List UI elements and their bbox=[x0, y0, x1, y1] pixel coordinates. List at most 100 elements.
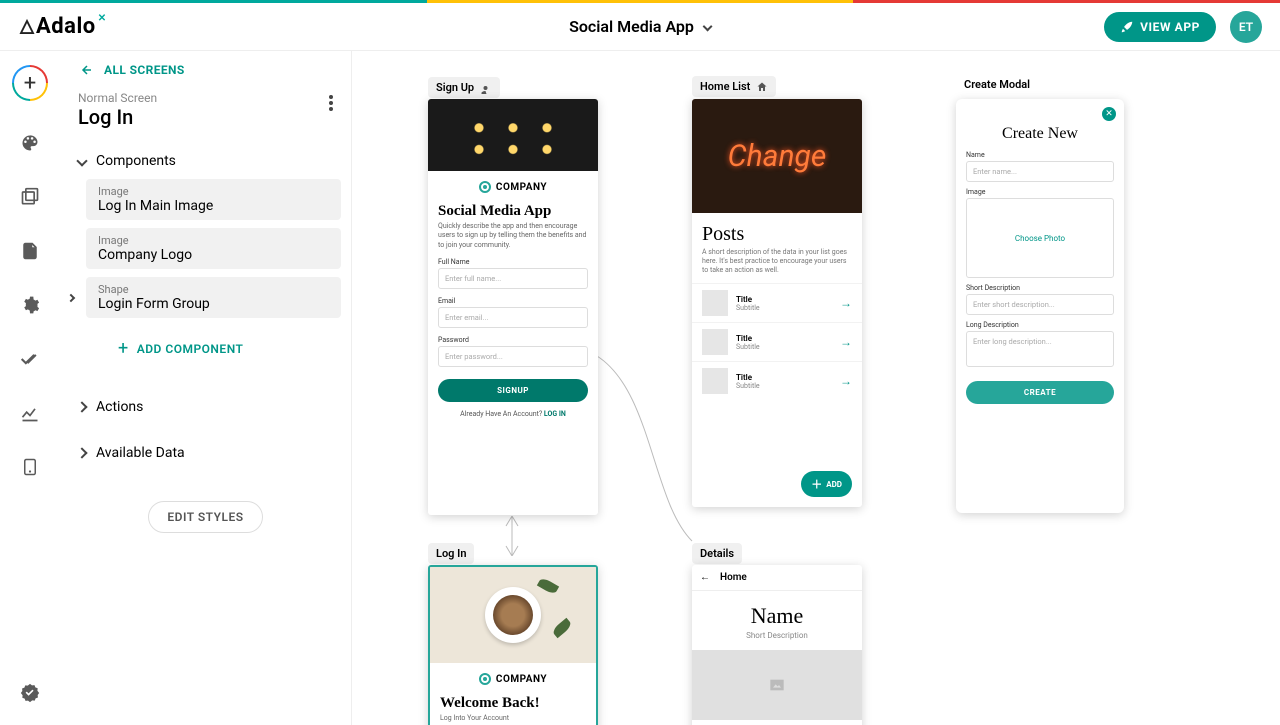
database-icon[interactable] bbox=[18, 239, 42, 263]
components-label: Components bbox=[96, 153, 176, 169]
all-screens-link[interactable]: ALL SCREENS bbox=[60, 51, 351, 83]
check-all-icon[interactable] bbox=[18, 347, 42, 371]
app-title-dropdown[interactable]: Social Media App bbox=[569, 17, 711, 36]
signup-button[interactable]: SIGNUP bbox=[438, 379, 588, 402]
choose-photo-label: Choose Photo bbox=[1015, 234, 1065, 243]
screen-label-details[interactable]: Details bbox=[692, 543, 742, 564]
field-label: Name bbox=[966, 151, 1114, 159]
chevron-right-icon bbox=[67, 294, 75, 302]
screen-label-create[interactable]: Create Modal bbox=[956, 74, 1038, 95]
details-topbar: ← Home bbox=[692, 565, 862, 591]
list-item[interactable]: TitleSubtitle → bbox=[692, 283, 862, 322]
screen-create-modal[interactable]: ✕ Create New Name Enter name... Image Ch… bbox=[956, 99, 1124, 513]
component-name: Login Form Group bbox=[98, 296, 329, 312]
arrow-right-icon: → bbox=[840, 374, 852, 388]
list-item[interactable]: TitleSubtitle → bbox=[692, 361, 862, 400]
screen-label-home[interactable]: Home List bbox=[692, 76, 776, 97]
create-button[interactable]: CREATE bbox=[966, 381, 1114, 404]
view-app-button[interactable]: VIEW APP bbox=[1104, 12, 1216, 42]
component-name: Company Logo bbox=[98, 247, 329, 263]
actions-section-toggle[interactable]: Actions bbox=[60, 389, 351, 425]
screen-label-login[interactable]: Log In bbox=[428, 543, 474, 564]
screen-signup[interactable]: COMPANY Social Media App Quickly describ… bbox=[428, 99, 598, 515]
field-label: Long Description bbox=[966, 321, 1114, 329]
name-input[interactable]: Enter name... bbox=[966, 161, 1114, 182]
topbar-right: VIEW APP ET bbox=[1104, 11, 1262, 43]
row-title: Title bbox=[736, 295, 832, 304]
devices-icon[interactable] bbox=[18, 455, 42, 479]
component-type: Image bbox=[98, 234, 329, 247]
component-type: Shape bbox=[98, 283, 329, 296]
chevron-right-icon bbox=[76, 401, 87, 412]
more-menu[interactable] bbox=[329, 91, 333, 111]
posts-heading: Posts bbox=[692, 213, 862, 248]
chevron-right-icon bbox=[76, 447, 87, 458]
screens-icon[interactable] bbox=[18, 185, 42, 209]
add-button[interactable]: ＋ ADD bbox=[801, 471, 852, 497]
signup-description: Quickly describe the app and then encour… bbox=[438, 222, 588, 250]
close-button[interactable]: ✕ bbox=[1102, 107, 1116, 121]
verified-icon[interactable] bbox=[18, 681, 42, 705]
analytics-icon[interactable] bbox=[18, 401, 42, 425]
add-component-button[interactable]: + ADD COMPONENT bbox=[106, 326, 341, 371]
component-type: Image bbox=[98, 185, 329, 198]
email-input[interactable]: Enter email... bbox=[438, 307, 588, 328]
view-app-label: VIEW APP bbox=[1140, 20, 1200, 34]
components-section-toggle[interactable]: Components bbox=[60, 143, 351, 179]
row-title: Title bbox=[736, 373, 832, 382]
logo-text: Adalo bbox=[36, 14, 96, 39]
edit-styles-button[interactable]: EDIT STYLES bbox=[148, 501, 262, 533]
component-item[interactable]: Image Company Logo bbox=[86, 228, 341, 269]
signup-hero-image bbox=[428, 99, 598, 171]
image-picker[interactable]: Choose Photo bbox=[966, 198, 1114, 278]
screen-home[interactable]: Change Posts A short description of the … bbox=[692, 99, 862, 507]
component-item[interactable]: Shape Login Form Group bbox=[86, 277, 341, 318]
short-desc-input[interactable]: Enter short description... bbox=[966, 294, 1114, 315]
long-desc-input[interactable]: Enter long description... bbox=[966, 331, 1114, 367]
canvas[interactable]: Sign Up COMPANY Social Media App Quickly… bbox=[352, 51, 1280, 725]
add-button[interactable]: + bbox=[12, 65, 48, 101]
screen-details[interactable]: ← Home Name Short Description bbox=[692, 565, 862, 725]
row-subtitle: Subtitle bbox=[736, 304, 832, 312]
back-label[interactable]: Home bbox=[720, 572, 747, 583]
rocket-icon bbox=[1120, 20, 1134, 34]
thumbnail bbox=[702, 329, 728, 355]
screen-login[interactable]: COMPANY Welcome Back! Log Into Your Acco… bbox=[428, 565, 598, 725]
component-item[interactable]: Image Log In Main Image bbox=[86, 179, 341, 220]
field-label: Image bbox=[966, 188, 1114, 196]
row-subtitle: Subtitle bbox=[736, 382, 832, 390]
avatar[interactable]: ET bbox=[1230, 11, 1262, 43]
screen-label-text: Details bbox=[700, 547, 734, 560]
plus-icon: + bbox=[14, 67, 46, 99]
signup-icon bbox=[480, 82, 492, 94]
settings-icon[interactable] bbox=[18, 293, 42, 317]
company-text: COMPANY bbox=[496, 182, 547, 193]
field-label: Full Name bbox=[438, 258, 588, 266]
add-label: ADD bbox=[826, 480, 842, 489]
available-data-section-toggle[interactable]: Available Data bbox=[60, 435, 351, 471]
all-screens-label: ALL SCREENS bbox=[104, 63, 185, 77]
logo[interactable]: Adalo✕ bbox=[18, 14, 105, 39]
panel-header: Normal Screen Log In bbox=[60, 83, 351, 143]
fullname-input[interactable]: Enter full name... bbox=[438, 268, 588, 289]
logo-x-icon: ✕ bbox=[98, 13, 107, 24]
field-label: Password bbox=[438, 336, 588, 344]
side-panel: ALL SCREENS Normal Screen Log In Compone… bbox=[60, 51, 352, 725]
back-arrow-icon[interactable]: ← bbox=[700, 572, 710, 583]
arrow-right-icon: → bbox=[840, 296, 852, 310]
password-input[interactable]: Enter password... bbox=[438, 346, 588, 367]
plus-icon: ＋ bbox=[811, 476, 822, 492]
available-data-label: Available Data bbox=[96, 445, 185, 461]
logo-mark-icon bbox=[18, 18, 36, 36]
screen-label-signup[interactable]: Sign Up bbox=[428, 77, 500, 98]
details-heading: Name bbox=[692, 603, 862, 629]
list-item[interactable]: TitleSubtitle→ bbox=[692, 322, 862, 361]
details-sub: Short Description bbox=[692, 631, 862, 640]
posts-description: A short description of the data in your … bbox=[692, 248, 862, 283]
home-icon bbox=[756, 81, 768, 93]
image-icon bbox=[767, 677, 787, 693]
company-text: COMPANY bbox=[496, 674, 547, 685]
signup-footer[interactable]: Already Have An Account? LOG IN bbox=[438, 410, 588, 418]
screen-label-text: Create Modal bbox=[964, 78, 1030, 91]
palette-icon[interactable] bbox=[18, 131, 42, 155]
